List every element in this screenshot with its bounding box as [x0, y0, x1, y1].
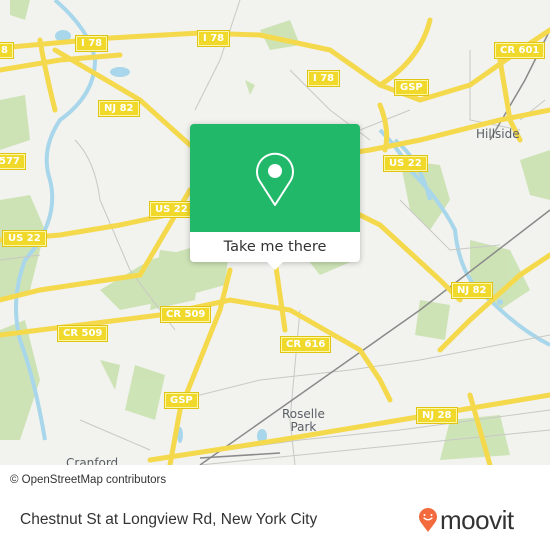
road-label-i78-east: I 78 — [308, 71, 340, 86]
road-label-us22-center: US 22 — [150, 202, 193, 217]
road-label-cr616: CR 616 — [281, 337, 331, 352]
road-label-cr509-center: CR 509 — [161, 307, 211, 322]
popup-pointer — [267, 262, 283, 270]
road-label-cr577: 577 — [0, 154, 25, 169]
take-me-there-button[interactable]: Take me there — [190, 232, 360, 262]
road-label-nj82-west: NJ 82 — [99, 101, 139, 116]
road-label-gsp-south: GSP — [165, 393, 198, 408]
road-label-gsp-north: GSP — [395, 80, 428, 95]
map-pin-icon — [256, 152, 294, 206]
road-label-cr509-west: CR 509 — [58, 326, 108, 341]
road-label-i78-center: I 78 — [198, 31, 230, 46]
location-title: Chestnut St at Longview Rd, New York Cit… — [20, 511, 318, 528]
road-label-nj82-east: NJ 82 — [452, 283, 492, 298]
road-label-nj28: NJ 28 — [417, 408, 457, 423]
moovit-wordmark: moovit — [440, 505, 514, 535]
place-label-cranford: Cranford — [66, 456, 119, 466]
place-label-hillside: Hillside — [476, 127, 520, 141]
location-popup: Take me there — [190, 124, 360, 270]
road-label-i78-west: I 78 — [76, 36, 108, 51]
place-label-roselle-park: Roselle Park — [282, 407, 325, 434]
moovit-pin-icon — [419, 508, 437, 532]
map-attribution[interactable]: © OpenStreetMap contributors — [0, 469, 175, 491]
road-label-cr601: CR 601 — [495, 43, 545, 58]
road-label-us22-east: US 22 — [384, 156, 427, 171]
popup-header — [190, 124, 360, 232]
moovit-logo[interactable]: moovit — [418, 504, 538, 535]
footer-bar: Chestnut St at Longview Rd, New York Cit… — [0, 490, 550, 550]
road-label-us22-west: US 22 — [3, 231, 46, 246]
road-label-i78-edge: 8 — [0, 43, 13, 58]
